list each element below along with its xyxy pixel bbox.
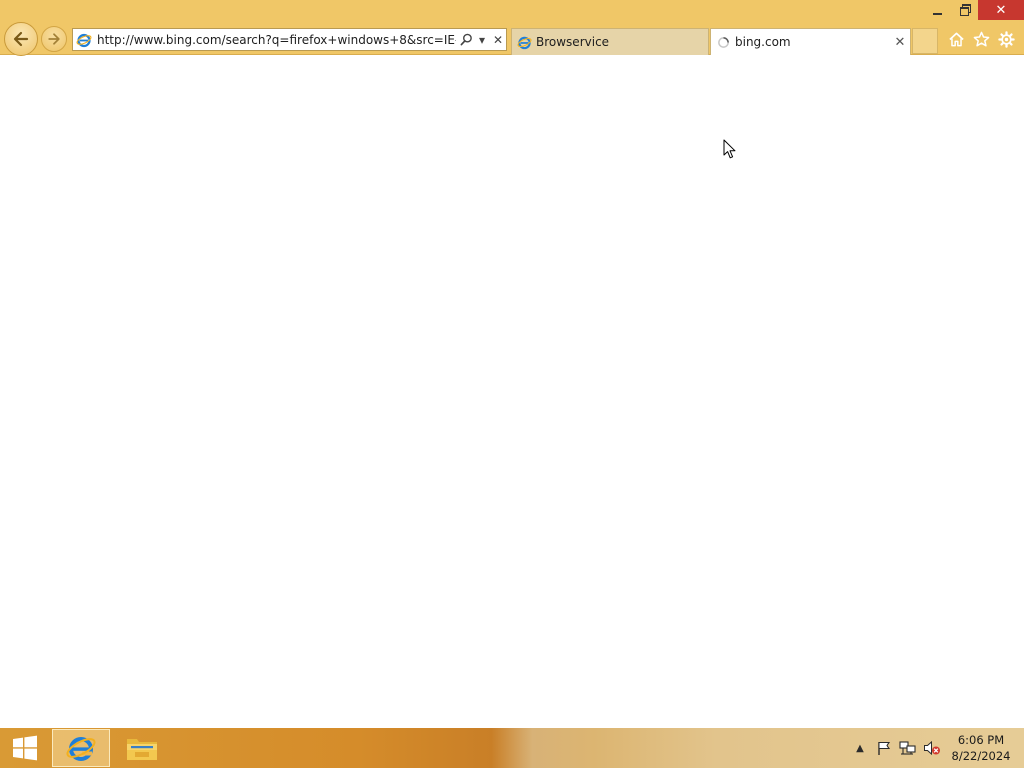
browser-chrome: ✕ ▾ ✕: [0, 0, 1024, 56]
taskbar-clock[interactable]: 6:06 PM 8/22/2024: [944, 732, 1024, 764]
mouse-cursor-icon: [723, 139, 737, 164]
file-explorer-icon: [127, 739, 157, 760]
window-controls: ✕: [924, 0, 1024, 22]
start-button[interactable]: [0, 728, 50, 768]
ie-tab-icon: [512, 35, 536, 50]
windows-logo-icon: [13, 735, 37, 761]
internet-explorer-icon: [66, 737, 96, 761]
tab-browservice[interactable]: Browservice: [511, 28, 709, 55]
system-tray: ▲ 6:06 PM 8/22/2024: [848, 728, 1024, 768]
restore-icon: [960, 4, 971, 16]
tools-gear-icon[interactable]: [996, 28, 1017, 50]
taskbar-internet-explorer[interactable]: [52, 729, 110, 767]
toolbar-icons: [946, 28, 1017, 50]
page-content[interactable]: [0, 56, 1024, 728]
close-icon: ✕: [995, 2, 1007, 18]
favorites-star-icon[interactable]: [971, 28, 992, 50]
url-input[interactable]: [95, 29, 458, 50]
new-tab-button[interactable]: [912, 28, 938, 54]
arrow-right-icon: [48, 33, 60, 45]
network-icon[interactable]: [896, 728, 920, 768]
address-bar[interactable]: ▾ ✕: [72, 28, 507, 51]
arrow-left-icon: [13, 31, 29, 47]
address-dropdown-button[interactable]: ▾: [474, 29, 490, 50]
tab-label: bing.com: [735, 35, 791, 49]
tab-bing[interactable]: bing.com ✕: [710, 28, 911, 55]
loading-spinner-icon: [711, 36, 735, 49]
ie-page-icon: [73, 29, 95, 50]
clock-time: 6:06 PM: [957, 733, 1005, 747]
back-button[interactable]: [4, 22, 38, 56]
minimize-icon: [933, 13, 942, 15]
speaker-muted-icon[interactable]: [920, 728, 944, 768]
home-icon[interactable]: [946, 28, 967, 50]
restore-button[interactable]: [951, 0, 978, 20]
clock-date: 8/22/2024: [951, 749, 1011, 763]
stop-button[interactable]: ✕: [490, 29, 506, 50]
minimize-button[interactable]: [924, 0, 951, 20]
chevron-down-icon: ▾: [478, 32, 486, 47]
magnifier-icon: [460, 33, 472, 46]
taskbar: ▲ 6:06 PM 8/22/2024: [0, 728, 1024, 768]
tab-label: Browservice: [536, 35, 610, 49]
search-icon[interactable]: [458, 29, 474, 50]
tab-close-icon[interactable]: ✕: [890, 35, 910, 50]
action-center-flag-icon[interactable]: [872, 728, 896, 768]
forward-button[interactable]: [41, 26, 67, 52]
stop-x-icon: ✕: [492, 32, 504, 47]
chevron-up-icon: ▲: [856, 742, 864, 754]
close-window-button[interactable]: ✕: [978, 0, 1024, 20]
show-hidden-icons-button[interactable]: ▲: [848, 728, 872, 768]
taskbar-file-explorer[interactable]: [113, 729, 171, 767]
